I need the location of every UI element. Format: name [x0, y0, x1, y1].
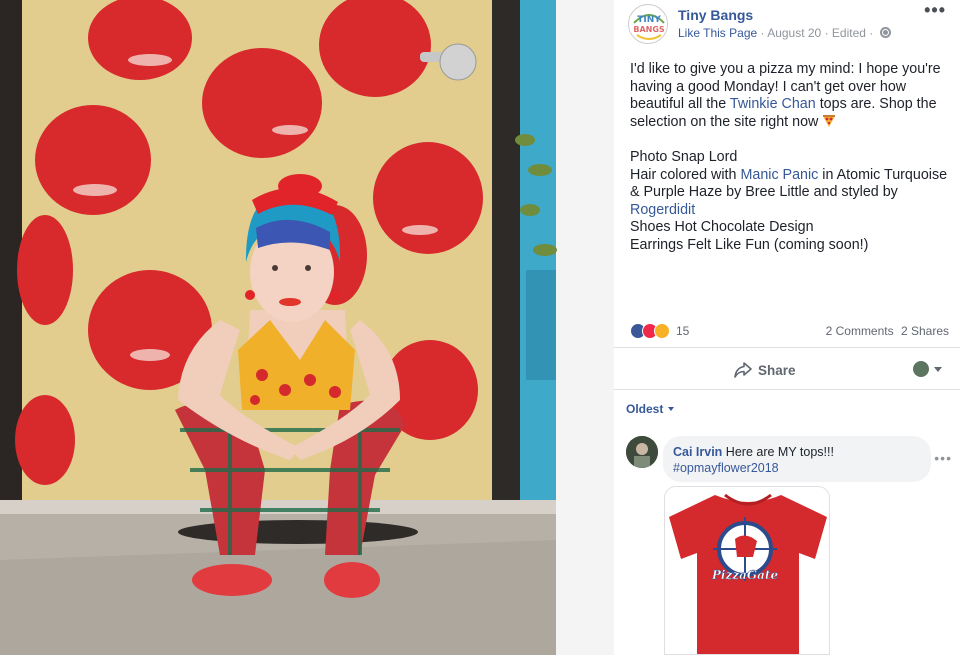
post-header: TINY BANGS Tiny Bangs Like This Page · A…	[628, 4, 948, 44]
post-message: I'd like to give you a pizza my mind: I …	[630, 61, 952, 255]
svg-text:TINY: TINY	[637, 15, 661, 25]
comments-count-link[interactable]: 2 Comments	[826, 324, 894, 338]
comment-options-icon[interactable]: •••	[934, 450, 952, 466]
photo-illustration	[0, 0, 614, 655]
post-meta: Like This Page · August 20 · Edited ·	[678, 26, 891, 40]
comment-bubble: Cai Irvin Here are MY tops!!! #opmayflow…	[663, 436, 931, 482]
profile-avatar-icon	[913, 361, 929, 377]
pizza-emoji-icon	[823, 114, 836, 127]
tiny-bangs-logo-icon: TINY BANGS	[630, 6, 667, 43]
message-text: Hair colored with	[630, 166, 741, 183]
engagement-counts: 2 Comments 2 Shares	[822, 324, 949, 338]
credit-line: Shoes Hot Chocolate Design	[630, 219, 814, 236]
comment-text: Here are MY tops!!!	[722, 445, 834, 459]
svg-text:BANGS: BANGS	[633, 25, 665, 34]
hashtag-link[interactable]: #opmayflower2018	[673, 461, 779, 475]
reactions-count: 15	[676, 324, 690, 338]
shares-count-link[interactable]: 2 Shares	[901, 324, 949, 338]
reactions-summary[interactable]: 15	[630, 321, 689, 341]
comment-attachment-image[interactable]: PizzaGate	[664, 486, 830, 655]
globe-icon[interactable]	[879, 27, 891, 38]
meta-separator: ·	[865, 26, 877, 40]
edited-label[interactable]: Edited	[832, 26, 866, 40]
comment-as-selector[interactable]	[913, 361, 942, 377]
message-paragraph: I'd like to give you a pizza my mind: I …	[630, 61, 952, 131]
share-arrow-icon	[734, 362, 752, 378]
comment-sort-dropdown[interactable]: Oldest	[626, 402, 675, 416]
shirt-text: PizzaGate	[711, 568, 779, 582]
haha-reaction-icon	[654, 323, 670, 339]
post-date[interactable]: August 20	[767, 26, 821, 40]
twinkie-chan-link[interactable]: Twinkie Chan	[730, 96, 816, 112]
page-name-link[interactable]: Tiny Bangs	[678, 7, 753, 23]
share-button[interactable]: Share	[734, 358, 796, 382]
rogerdidit-link[interactable]: Rogerdidit	[630, 202, 695, 218]
meta-separator: ·	[757, 26, 768, 40]
credit-line: Hair colored with Manic Panic in Atomic …	[630, 167, 952, 220]
credit-line: Earrings Felt Like Fun (coming soon!)	[630, 236, 869, 253]
post-options-icon[interactable]: •••	[924, 0, 946, 21]
page-avatar[interactable]: TINY BANGS	[628, 4, 668, 44]
chevron-down-icon	[934, 366, 942, 372]
post-photo[interactable]	[0, 0, 614, 655]
post-panel: TINY BANGS Tiny Bangs Like This Page · A…	[614, 0, 960, 655]
divider	[614, 347, 960, 348]
credit-line: Photo Snap Lord	[630, 148, 738, 165]
facebook-photo-viewer: TINY BANGS Tiny Bangs Like This Page · A…	[0, 0, 960, 655]
commenter-avatar[interactable]	[626, 436, 658, 468]
meta-separator: ·	[821, 26, 832, 40]
tshirt-image: PizzaGate	[665, 487, 829, 654]
chevron-down-icon	[668, 407, 675, 411]
divider	[614, 389, 960, 390]
manic-panic-link[interactable]: Manic Panic	[740, 167, 818, 183]
comment-author-link[interactable]: Cai Irvin	[673, 445, 722, 459]
share-label: Share	[758, 362, 796, 378]
commenter-photo-icon	[626, 436, 658, 468]
sort-label: Oldest	[626, 402, 664, 416]
like-page-link[interactable]: Like This Page	[678, 26, 757, 40]
